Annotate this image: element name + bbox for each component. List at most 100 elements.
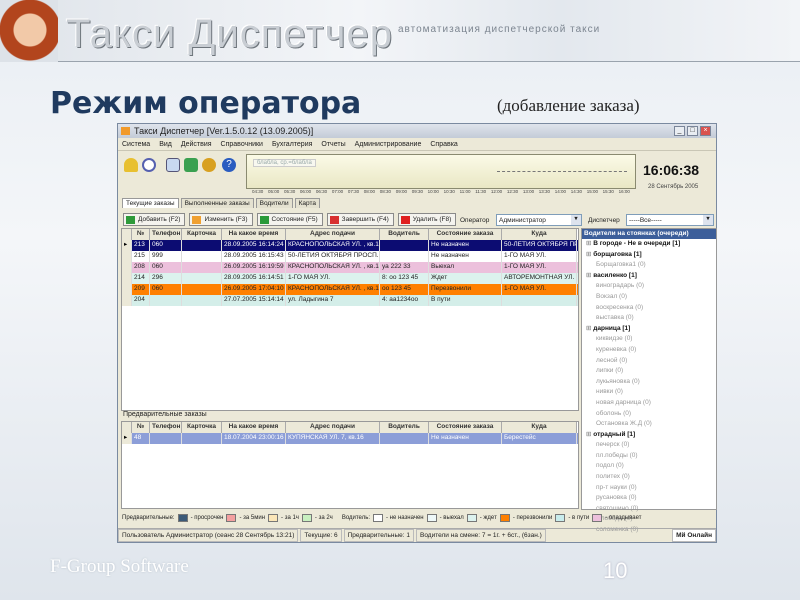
tree-item[interactable]: подол (0) [582, 461, 716, 472]
column-header[interactable]: № [132, 229, 150, 240]
button-label: Завершить (F4) [341, 216, 389, 223]
column-header[interactable]: Куда [502, 422, 577, 433]
menu-item[interactable]: Отчеты [321, 141, 345, 148]
load-graph: блабла, ср.=блабла [246, 154, 636, 189]
tab-3[interactable]: Карта [294, 198, 320, 208]
column-header[interactable]: Водитель [380, 229, 429, 240]
tree-item[interactable]: липки (0) [582, 366, 716, 377]
tree-item[interactable]: воскресенка (0) [582, 303, 716, 314]
tree-item[interactable]: борщаговка [1] [582, 250, 716, 261]
prelim-title-label: Предварительные заказы [123, 411, 207, 418]
column-header[interactable]: Состояние заказа [429, 229, 502, 240]
tab-1[interactable]: Выполненные заказы [180, 198, 254, 208]
menu-item[interactable]: Бухгалтерия [272, 141, 312, 148]
menu-item[interactable]: Действия [181, 141, 212, 148]
table-cell: 296 [150, 273, 182, 284]
table-cell: В пути [429, 295, 502, 306]
status-panel: Пользователь Администратор (сеанс 28 Сен… [118, 529, 299, 542]
column-header[interactable]: Телефон [150, 422, 182, 433]
tree-item[interactable]: выставка (0) [582, 313, 716, 324]
tree-item[interactable]: дарница [1] [582, 324, 716, 335]
tree-item[interactable]: пл.победы (0) [582, 451, 716, 462]
minimize-button[interactable]: _ [674, 126, 685, 136]
tree-item[interactable]: лесной (0) [582, 356, 716, 367]
menu-item[interactable]: Администрирование [355, 141, 422, 148]
column-header[interactable]: № [132, 422, 150, 433]
column-header[interactable]: Карточка [182, 229, 222, 240]
tree-item[interactable]: Борщаговка1 (0) [582, 260, 716, 271]
tree-item[interactable]: отрадный [1] [582, 430, 716, 441]
refresh-icon[interactable] [184, 158, 198, 172]
column-header[interactable]: Карточка [182, 422, 222, 433]
tree-item[interactable]: Остановка Ж.Д (0) [582, 419, 716, 430]
header-spacer [122, 422, 132, 433]
help-icon[interactable]: ? [222, 158, 236, 172]
axis-tick: 13:00 [522, 189, 535, 194]
menu-item[interactable]: Справочники [221, 141, 263, 148]
app-window: Такси Диспетчер [Ver.1.5.0.12 (13.09.200… [117, 123, 717, 543]
menu-item[interactable]: Справка [430, 141, 457, 148]
users-icon[interactable] [202, 158, 216, 172]
maximize-button[interactable]: □ [687, 126, 698, 136]
operator-select[interactable]: Администратор ▾ [496, 214, 582, 226]
window-title: Такси Диспетчер [Ver.1.5.0.12 (13.09.200… [134, 126, 314, 136]
key-icon[interactable] [124, 158, 138, 172]
row-pointer [122, 251, 132, 262]
tree-item[interactable]: киквидзе (0) [582, 334, 716, 345]
tree-item[interactable]: куреневка (0) [582, 345, 716, 356]
menu-item[interactable]: Вид [159, 141, 172, 148]
legend-label: Водитель: [341, 515, 370, 521]
tree-item[interactable]: нивки (0) [582, 387, 716, 398]
legend-swatch [466, 514, 477, 522]
axis-tick: 10:00 [427, 189, 439, 194]
action-button[interactable]: Состояние (F5) [256, 213, 323, 226]
tree-item[interactable]: политех (0) [582, 472, 716, 483]
tree-item[interactable]: Вокзал (0) [582, 292, 716, 303]
tree-item[interactable]: василенко [1] [582, 271, 716, 282]
row-pointer: ▸ [122, 240, 132, 251]
column-header[interactable]: На какое время [222, 422, 286, 433]
clock-icon[interactable] [142, 158, 156, 172]
table-cell: 213 [132, 240, 150, 251]
dispatcher-label: Диспетчер [588, 217, 620, 224]
close-button[interactable]: × [700, 126, 711, 136]
tree-item[interactable]: виноградарь (0) [582, 281, 716, 292]
row-pointer: ▸ [122, 433, 132, 444]
tree-item[interactable]: новая дарница (0) [582, 398, 716, 409]
dispatcher-select[interactable]: -----Все----- ▾ [626, 214, 714, 226]
column-header[interactable]: Водитель [380, 422, 429, 433]
table-row[interactable]: ▸ 213 060 28.09.2005 16:14:24 КРАСНОПОЛЬСКАЯ… [122, 240, 578, 251]
tree-item[interactable]: пр-т науки (0) [582, 483, 716, 494]
table-row[interactable]: 204 27.07.2005 15:14:14 ул. Ладыгина 7 4: а… [122, 295, 578, 306]
column-header[interactable]: Телефон [150, 229, 182, 240]
table-row[interactable]: 215 999 28.09.2005 16:15:43 50-ЛЕТИЯ ОКТЯБР… [122, 251, 578, 262]
table-row[interactable]: 214 296 28.09.2005 16:14:51 1-ГО МАЯ УЛ. 8: … [122, 273, 578, 284]
tab-0[interactable]: Текущие заказы [122, 198, 179, 208]
action-toolbar: Добавить (F2) Изменить (F3) Состояние (F5)… [123, 213, 457, 226]
action-button[interactable]: Удалить (F8) [397, 213, 457, 226]
action-button[interactable]: Изменить (F3) [189, 213, 253, 226]
tree-item[interactable]: русановка (0) [582, 493, 716, 504]
column-header[interactable]: На какое время [222, 229, 286, 240]
table-cell [150, 433, 182, 444]
tree-item[interactable]: В городе - Не в очереди [1] [582, 239, 716, 250]
tree-item[interactable]: печерск (0) [582, 440, 716, 451]
column-header[interactable]: Состояние заказа [429, 422, 502, 433]
tree-title: Водители на стоянках (очереди) [582, 229, 716, 239]
driver-tree: Водители на стоянках (очереди) В городе … [581, 228, 717, 533]
column-header[interactable]: Куда [502, 229, 577, 240]
tree-item[interactable]: лукьяновка (0) [582, 377, 716, 388]
action-button[interactable]: Добавить (F2) [123, 213, 186, 226]
tree-item[interactable]: святошино (0) [582, 504, 716, 515]
window-icon[interactable] [166, 158, 180, 172]
tree-item[interactable]: оболонь (0) [582, 409, 716, 420]
menu-item[interactable]: Система [122, 141, 150, 148]
action-button[interactable]: Завершить (F4) [326, 213, 394, 226]
column-header[interactable]: Адрес подачи [286, 422, 380, 433]
table-row[interactable]: 208 060 26.09.2005 16:19:59 КРАСНОПОЛЬСКАЯ … [122, 262, 578, 273]
graph-hint: блабла, ср.=блабла [253, 159, 316, 167]
table-row[interactable]: 209 060 26.09.2005 17:04:10 КРАСНОПОЛЬСКАЯ … [122, 284, 578, 295]
tab-2[interactable]: Водители [255, 198, 293, 208]
column-header[interactable]: Адрес подачи [286, 229, 380, 240]
table-row[interactable]: ▸ 48 18.07.2004 23:00:16 КУПЯНСКАЯ УЛ. 7, к… [122, 433, 578, 444]
